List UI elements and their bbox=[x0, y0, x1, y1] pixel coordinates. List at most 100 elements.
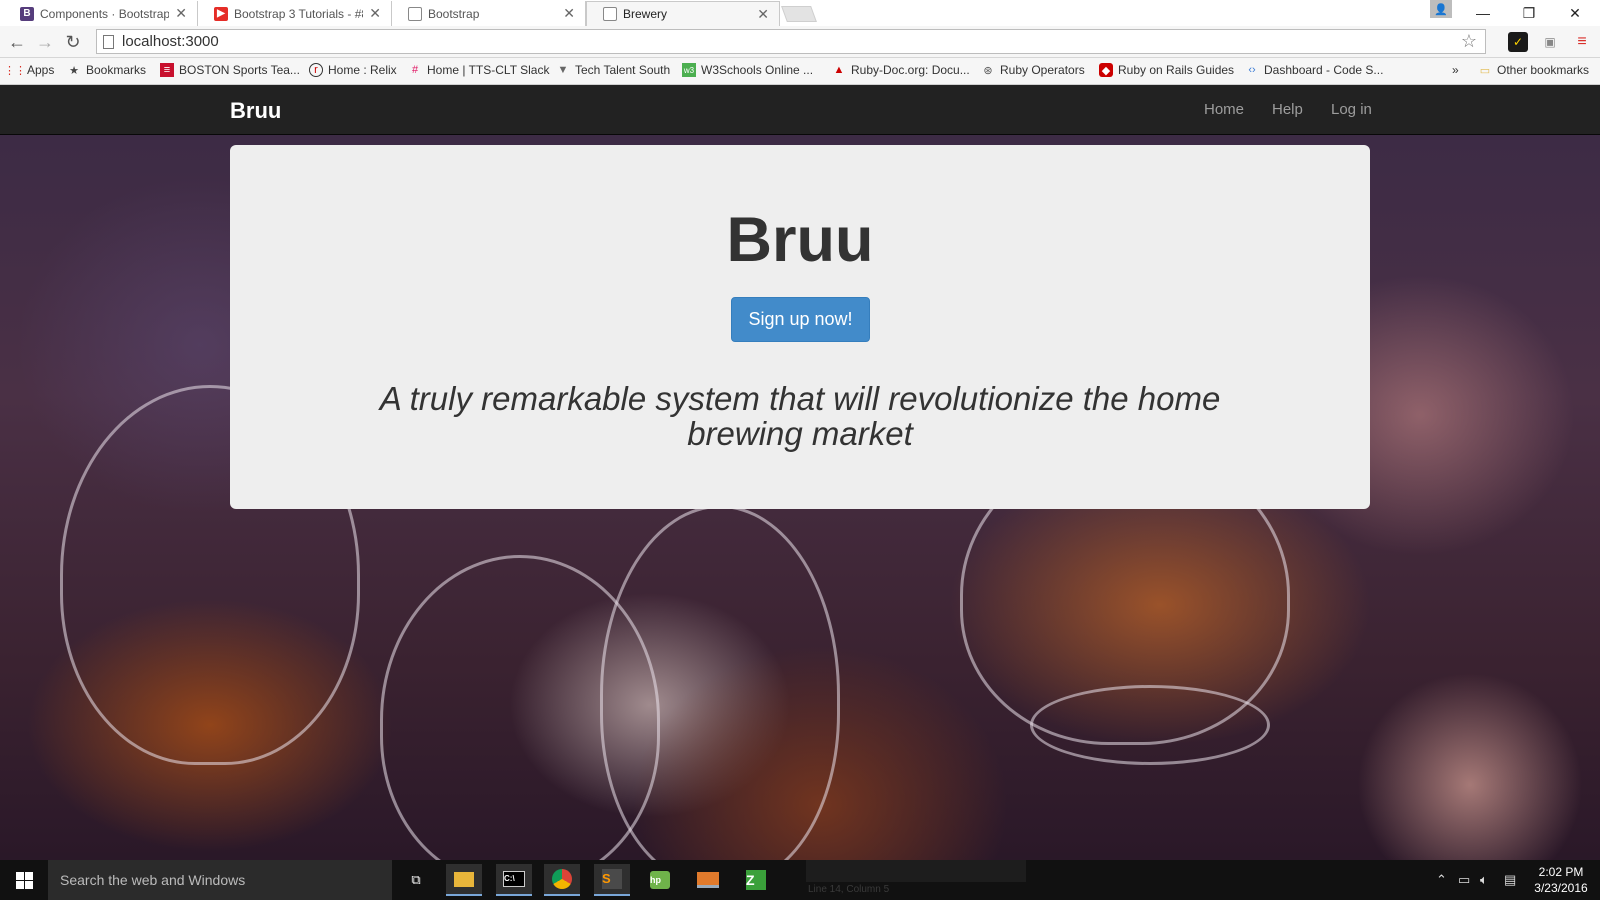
page-icon bbox=[408, 6, 422, 21]
bookmark-tech-talent-south[interactable]: ▼ Tech Talent South bbox=[556, 63, 671, 77]
notifications-icon[interactable]: ▤ bbox=[1504, 872, 1516, 888]
start-button[interactable] bbox=[0, 860, 48, 900]
bookmark-label: Bookmarks bbox=[86, 63, 147, 77]
file-explorer-icon[interactable] bbox=[446, 864, 482, 896]
tab-bootstrap[interactable]: Bootstrap ✕ bbox=[392, 1, 586, 26]
hero-tagline: A truly remarkable system that will revo… bbox=[379, 380, 1221, 452]
zeal-app-icon[interactable]: Z bbox=[738, 864, 774, 896]
bookmark-rails-guides[interactable]: ◆ Ruby on Rails Guides bbox=[1099, 63, 1234, 77]
bookmark-star-icon[interactable]: ☆ bbox=[1461, 31, 1477, 52]
hero-title: Bruu bbox=[726, 205, 874, 275]
clock-date: 3/23/2016 bbox=[1534, 881, 1588, 895]
nav-home[interactable]: Home bbox=[1204, 101, 1244, 118]
tab-title: Bootstrap 3 Tutorials - #8 bbox=[234, 6, 364, 21]
bookmark-slack[interactable]: # Home | TTS-CLT Slack bbox=[408, 63, 550, 77]
glass-shape bbox=[600, 505, 840, 860]
bookmark-apps[interactable]: ⋮⋮ Apps bbox=[4, 63, 55, 77]
nav-login[interactable]: Log in bbox=[1331, 101, 1372, 118]
volume-icon[interactable]: 🔈︎ bbox=[1480, 872, 1488, 888]
taskbar-search-box[interactable]: Search the web and Windows bbox=[48, 860, 392, 900]
star-icon: ★ bbox=[69, 64, 79, 77]
sublime-text-icon[interactable]: S bbox=[594, 864, 630, 896]
back-arrow-icon[interactable]: ← bbox=[6, 31, 28, 53]
bookmarks-overflow-button[interactable]: » bbox=[1452, 63, 1459, 77]
close-icon[interactable]: ✕ bbox=[175, 5, 187, 22]
rails-icon: ◆ bbox=[1099, 63, 1113, 77]
windows-logo-icon bbox=[15, 871, 33, 889]
hero-jumbotron: Bruu Sign up now! A truly remarkable sys… bbox=[230, 145, 1370, 509]
tab-components-bootstrap[interactable]: B Components · Bootstrap ✕ bbox=[4, 1, 198, 26]
reload-icon[interactable]: ↻ bbox=[62, 31, 84, 53]
taskbar-clock[interactable]: 2:02 PM 3/23/2016 bbox=[1528, 864, 1594, 896]
close-icon[interactable]: ✕ bbox=[369, 5, 381, 22]
profile-icon[interactable]: 👤 bbox=[1430, 0, 1452, 18]
chevron-up-icon[interactable]: ⌃ bbox=[1436, 872, 1447, 888]
editor-status-text: Line 14, Column 5 bbox=[808, 884, 890, 895]
glass-shape bbox=[1030, 685, 1270, 765]
bookmark-other[interactable]: ▭ Other bookmarks bbox=[1478, 63, 1589, 77]
chevron-double-right-icon: » bbox=[1452, 63, 1459, 77]
close-icon[interactable]: ✕ bbox=[757, 6, 769, 23]
clock-time: 2:02 PM bbox=[1538, 865, 1584, 879]
folder-icon: ▭ bbox=[1479, 64, 1491, 77]
bookmark-boston-sports[interactable]: ≡ BOSTON Sports Tea... bbox=[160, 63, 300, 77]
bookmark-label: Ruby-Doc.org: Docu... bbox=[851, 63, 970, 77]
bookmark-dashboard-code[interactable]: ‹› Dashboard - Code S... bbox=[1245, 63, 1383, 77]
site-navbar: Bruu Home Help Log in bbox=[0, 85, 1600, 135]
new-tab-button[interactable] bbox=[781, 6, 817, 22]
extension-puzzle-icon[interactable]: ▣ bbox=[1540, 32, 1560, 52]
forward-arrow-icon[interactable]: → bbox=[34, 31, 56, 53]
tab-title: Brewery bbox=[623, 7, 668, 21]
bookmark-label: Ruby on Rails Guides bbox=[1118, 63, 1235, 77]
windows-taskbar: Search the web and Windows ⧉ C:\ S hp Z … bbox=[0, 860, 1600, 900]
tts-icon: ▼ bbox=[557, 64, 569, 76]
command-prompt-icon[interactable]: C:\ bbox=[496, 864, 532, 896]
bookmark-relix[interactable]: r Home : Relix bbox=[309, 63, 397, 77]
page-icon bbox=[103, 34, 114, 49]
address-bar[interactable]: localhost:3000 ☆ bbox=[96, 29, 1486, 54]
bookmark-label: Home : Relix bbox=[328, 63, 397, 77]
remote-desktop-icon[interactable] bbox=[690, 864, 726, 896]
browser-tab-strip: B Components · Bootstrap ✕ ▶ Bootstrap 3… bbox=[0, 0, 1600, 26]
tab-brewery[interactable]: Brewery ✕ bbox=[586, 1, 780, 26]
tab-title: Components · Bootstrap bbox=[40, 6, 170, 21]
relix-icon: r bbox=[309, 63, 323, 77]
sign-up-button[interactable]: Sign up now! bbox=[731, 297, 870, 342]
hp-app-icon[interactable]: hp bbox=[642, 864, 678, 896]
url-text: localhost:3000 bbox=[122, 33, 219, 50]
battery-icon[interactable]: ▭ bbox=[1458, 872, 1470, 888]
bookmark-label: Other bookmarks bbox=[1497, 63, 1590, 77]
page-viewport: Bruu Home Help Log in Bruu Sign up now! … bbox=[0, 85, 1600, 860]
bookmark-bookmarks[interactable]: ★ Bookmarks bbox=[67, 63, 146, 77]
site-brand[interactable]: Bruu bbox=[230, 98, 281, 124]
bookmark-label: BOSTON Sports Tea... bbox=[179, 63, 300, 77]
tab-title: Bootstrap bbox=[428, 6, 480, 21]
tab-bootstrap-tutorials[interactable]: ▶ Bootstrap 3 Tutorials - #8 ✕ bbox=[198, 1, 392, 26]
window-close-icon[interactable]: ✕ bbox=[1552, 0, 1598, 26]
minimize-icon[interactable]: — bbox=[1460, 0, 1506, 26]
close-icon[interactable]: ✕ bbox=[563, 5, 575, 22]
bookmarks-bar: ⋮⋮ Apps ★ Bookmarks ≡ BOSTON Sports Tea.… bbox=[0, 58, 1600, 85]
search-placeholder: Search the web and Windows bbox=[60, 872, 246, 888]
ruby-operators-icon: ⊛ bbox=[983, 64, 993, 77]
bookmark-label: Home | TTS-CLT Slack bbox=[427, 63, 550, 77]
task-view-icon[interactable]: ⧉ bbox=[398, 864, 434, 896]
bookmark-label: W3Schools Online ... bbox=[701, 63, 814, 77]
chrome-icon[interactable] bbox=[544, 864, 580, 896]
restore-icon[interactable]: ❐ bbox=[1506, 0, 1552, 26]
extension-check-icon[interactable]: ✓ bbox=[1508, 32, 1528, 52]
background-window-strip bbox=[806, 860, 1026, 882]
w3schools-icon: w3 bbox=[682, 63, 696, 77]
bookmark-w3schools[interactable]: w3 W3Schools Online ... bbox=[682, 63, 813, 77]
chrome-menu-icon[interactable]: ≡ bbox=[1572, 32, 1592, 52]
bookmark-label: Apps bbox=[27, 63, 55, 77]
nav-help[interactable]: Help bbox=[1272, 101, 1303, 118]
boston-icon: ≡ bbox=[160, 63, 174, 77]
youtube-icon: ▶ bbox=[214, 6, 228, 21]
slack-icon: # bbox=[411, 64, 419, 76]
bookmark-ruby-operators[interactable]: ⊛ Ruby Operators bbox=[981, 63, 1084, 77]
apps-grid-icon: ⋮⋮ bbox=[4, 64, 26, 77]
bookmark-ruby-doc[interactable]: ▲ Ruby-Doc.org: Docu... bbox=[832, 63, 970, 77]
bookmark-label: Tech Talent South bbox=[575, 63, 671, 77]
ruby-doc-icon: ▲ bbox=[833, 64, 845, 76]
